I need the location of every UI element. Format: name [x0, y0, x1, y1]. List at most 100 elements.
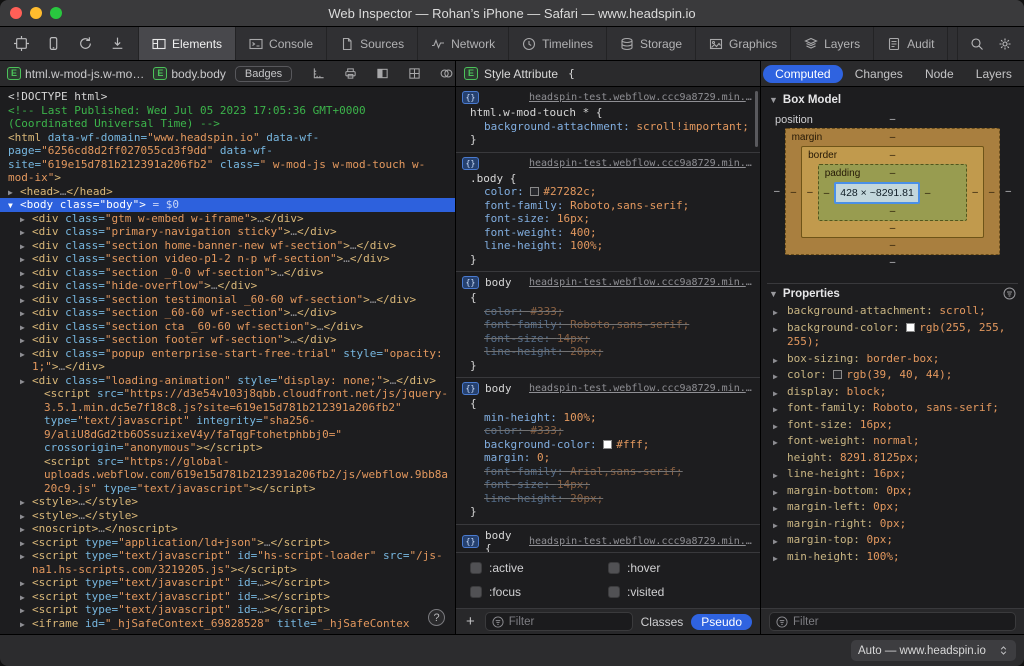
goto-style-icon[interactable]: {} — [462, 535, 479, 548]
css-property[interactable]: background-attachment: scroll!important; — [462, 120, 754, 134]
help-button[interactable]: ? — [428, 609, 445, 626]
css-property[interactable]: font-family: Roboto,sans-serif; — [462, 199, 754, 213]
css-selector-line[interactable]: { — [462, 397, 754, 411]
expand-arrow-icon[interactable]: ▶ — [773, 519, 778, 534]
stylesheet-link[interactable]: headspin-test.webflow.ccc9a8729.min.css:… — [529, 92, 754, 103]
expand-arrow-icon[interactable]: ▶ — [773, 370, 778, 385]
expand-arrow-icon[interactable]: ▶ — [773, 323, 778, 338]
filter-menu-icon[interactable] — [1003, 287, 1016, 300]
pseudo-button[interactable]: Pseudo — [691, 613, 752, 630]
stylesheet-link[interactable]: headspin-test.webflow.ccc9a8729.min.css:… — [529, 383, 754, 394]
expand-arrow-icon[interactable]: ▶ — [20, 618, 25, 632]
computed-property-row[interactable]: ▶ margin-top: 0px; — [767, 532, 1018, 549]
stylesheet-link[interactable]: headspin-test.webflow.ccc9a8729.min.css:… — [529, 158, 754, 169]
dom-node-line[interactable]: ▶ <div class="primary-navigation sticky">… — [0, 225, 455, 239]
css-property[interactable]: color: #27282c; — [462, 185, 754, 199]
expand-arrow-icon[interactable]: ▶ — [773, 436, 778, 451]
css-selector[interactable]: body { — [485, 529, 523, 553]
css-property[interactable]: margin: 0; — [462, 451, 754, 465]
goto-style-icon[interactable]: {} — [462, 382, 479, 395]
add-rule-button[interactable]: + — [464, 614, 477, 629]
expand-arrow-icon[interactable]: ▶ — [773, 403, 778, 418]
tab-layers-sidebar[interactable]: Layers — [966, 65, 1022, 83]
css-property[interactable]: line-height: 100%; — [462, 239, 754, 253]
color-swatch[interactable] — [603, 439, 613, 449]
computed-property-row[interactable]: height: 8291.8125px; — [767, 450, 1018, 467]
checkbox-icon[interactable] — [608, 586, 620, 598]
reload-button[interactable] — [74, 33, 96, 55]
search-button[interactable] — [966, 33, 988, 55]
computed-property-row[interactable]: ▶ margin-right: 0px; — [767, 516, 1018, 533]
pseudo-toggle-active[interactable]: :active — [470, 561, 608, 575]
dom-node-line[interactable]: ▶ <div class="section footer wf-section">… — [0, 333, 455, 347]
tab-graphics[interactable]: Graphics — [696, 27, 792, 60]
expand-arrow-icon[interactable]: ▶ — [20, 523, 25, 537]
dom-node-line[interactable]: ▶ <script type="text/javascript" id=…></s… — [0, 576, 455, 590]
dom-node-line[interactable]: <script src="https://d3e54v103j8qbb.clou… — [0, 387, 455, 455]
dom-node-line[interactable]: ▶ <noscript>…</noscript> — [0, 522, 455, 536]
pseudo-toggle-visited[interactable]: :visited — [608, 585, 746, 599]
expand-arrow-icon[interactable]: ▶ — [773, 535, 778, 550]
tab-elements[interactable]: Elements — [139, 27, 237, 60]
tab-layers[interactable]: Layers — [791, 27, 875, 60]
pseudo-toggle-hover[interactable]: :hover — [608, 561, 746, 575]
computed-property-row[interactable]: ▶ display: block; — [767, 384, 1018, 401]
print-button[interactable] — [339, 63, 361, 85]
device-button[interactable] — [42, 33, 64, 55]
tab-sources[interactable]: Sources — [327, 27, 419, 60]
expand-arrow-icon[interactable]: ▶ — [20, 375, 25, 389]
rulers-button[interactable] — [307, 63, 329, 85]
expand-arrow-icon[interactable]: ▶ — [20, 537, 25, 551]
css-property[interactable]: min-height: 100%; — [462, 411, 754, 425]
expand-arrow-icon[interactable]: ▶ — [20, 510, 25, 524]
dom-node-line[interactable]: ▶ <div class="loading-animation" style="d… — [0, 374, 455, 388]
collapse-arrow-icon[interactable]: ▼ — [8, 199, 13, 213]
expand-arrow-icon[interactable]: ▶ — [20, 280, 25, 294]
dom-node-line[interactable]: ▶ <div class="section home-banner-new wf-… — [0, 239, 455, 253]
computed-property-row[interactable]: ▶ color: rgb(39, 40, 44); — [767, 367, 1018, 384]
expand-arrow-icon[interactable]: ▶ — [20, 604, 25, 618]
dom-node-line[interactable]: ▶ <div class="section _60-60 wf-section">… — [0, 306, 455, 320]
expand-arrow-icon[interactable]: ▶ — [20, 294, 25, 308]
tab-node[interactable]: Node — [915, 65, 964, 83]
stylesheet-link[interactable]: headspin-test.webflow.ccc9a8729.min.css:… — [529, 277, 754, 288]
dom-node-line[interactable]: <!-- Last Published: Wed Jul 05 2023 17:… — [0, 104, 455, 131]
css-selector-line[interactable]: } — [462, 359, 754, 373]
computed-filter-field[interactable] — [769, 612, 1016, 631]
styles-filter-input[interactable] — [508, 615, 626, 628]
expand-arrow-icon[interactable]: ▶ — [773, 387, 778, 402]
css-selector-line[interactable]: .body { — [462, 172, 754, 186]
expand-arrow-icon[interactable]: ▶ — [773, 486, 778, 501]
computed-property-row[interactable]: ▶ margin-bottom: 0px; — [767, 483, 1018, 500]
checkbox-icon[interactable] — [470, 562, 482, 574]
expand-arrow-icon[interactable]: ▶ — [20, 321, 25, 335]
dom-node-line[interactable]: ▶ <div class="popup enterprise-start-free… — [0, 347, 455, 374]
dom-node-line[interactable]: ▶ <div class="section video-p1-2 n-p wf-s… — [0, 252, 455, 266]
styles-filter-field[interactable] — [484, 612, 633, 631]
tab-storage[interactable]: Storage — [607, 27, 697, 60]
expand-arrow-icon[interactable]: ▶ — [20, 307, 25, 321]
settings-button[interactable] — [994, 33, 1016, 55]
pane-button[interactable] — [371, 63, 393, 85]
expand-arrow-icon[interactable]: ▶ — [20, 226, 25, 240]
dom-node-line[interactable]: ▶ <script type="text/javascript" id=…></s… — [0, 603, 455, 617]
breadcrumb-item-body[interactable]: E body.body — [153, 67, 226, 81]
style-attribute-header[interactable]: E Style Attribute { — [456, 61, 761, 86]
css-selector[interactable]: body — [485, 382, 512, 395]
disclosure-triangle-icon[interactable]: ▼ — [769, 289, 778, 299]
expand-arrow-icon[interactable]: ▶ — [20, 213, 25, 227]
css-property[interactable]: font-size: 14px; — [462, 332, 754, 346]
expand-arrow-icon[interactable]: ▶ — [773, 502, 778, 517]
element-picker-button[interactable] — [10, 33, 32, 55]
dom-node-line[interactable]: ▶ <script type="text/javascript" id=…></s… — [0, 590, 455, 604]
expand-arrow-icon[interactable]: ▶ — [773, 552, 778, 567]
computed-filter-input[interactable] — [793, 615, 1009, 628]
dom-node-line[interactable]: <html data-wf-domain="www.headspin.io" d… — [0, 131, 455, 185]
computed-property-row[interactable]: ▶ line-height: 16px; — [767, 466, 1018, 483]
css-selector[interactable]: body — [485, 276, 512, 289]
tab-computed[interactable]: Computed — [763, 64, 843, 83]
computed-property-row[interactable]: ▶ min-height: 100%; — [767, 549, 1018, 566]
css-selector-line[interactable]: } — [462, 133, 754, 147]
box-model-section-header[interactable]: ▼ Box Model — [767, 91, 1018, 109]
computed-property-row[interactable]: ▶ box-sizing: border-box; — [767, 351, 1018, 368]
